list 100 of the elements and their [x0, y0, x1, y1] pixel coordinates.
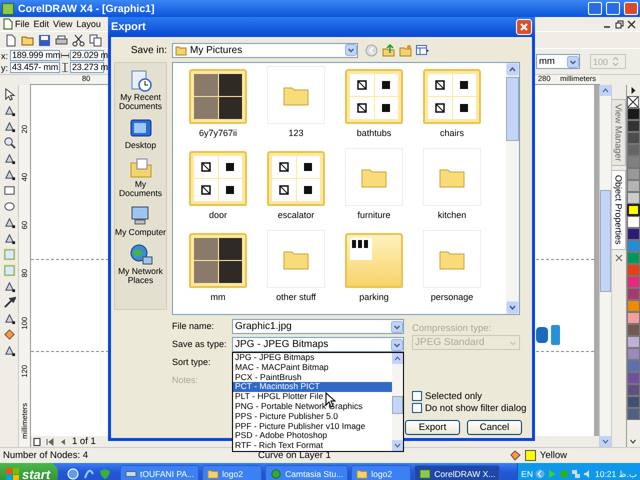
folder-item[interactable]: kitchen [413, 148, 491, 224]
ellipse-icon[interactable] [2, 200, 16, 213]
save-as-type-dropdown[interactable]: JPG - JPEG Bitmaps [232, 337, 404, 352]
menu-item[interactable]: Edit [32, 19, 52, 29]
folder-item[interactable]: chairs [413, 66, 491, 142]
file-name-field[interactable]: Graphic1.jpg [232, 319, 404, 334]
places-item[interactable]: My Documents [114, 156, 166, 198]
color-swatch[interactable] [627, 228, 640, 240]
color-swatch[interactable] [627, 264, 640, 276]
up-folder-icon[interactable] [382, 44, 395, 56]
file-type-option[interactable]: MAC - MACPaint Bitmap [233, 362, 392, 373]
color-swatch[interactable] [627, 324, 640, 336]
pointer-icon[interactable] [2, 88, 16, 101]
view-menu-icon[interactable] [416, 44, 429, 56]
docker-tab[interactable]: View Manager [612, 99, 626, 166]
folder-item[interactable]: personage [413, 230, 491, 306]
back-icon[interactable] [365, 44, 378, 56]
scroll-up-icon[interactable] [506, 63, 519, 76]
menu-item[interactable]: Layou [74, 19, 103, 29]
file-type-option[interactable]: PSD - Adobe Photoshop [233, 431, 392, 442]
places-item[interactable]: Desktop [114, 117, 166, 150]
color-swatch[interactable] [627, 336, 640, 348]
color-swatch[interactable] [627, 312, 640, 324]
rectangle-icon[interactable] [2, 184, 16, 197]
restore-button[interactable] [606, 2, 620, 15]
color-swatch[interactable] [627, 204, 640, 216]
globe-icon[interactable] [67, 468, 79, 480]
scrollbar-thumb[interactable] [506, 77, 519, 141]
color-swatch[interactable] [627, 252, 640, 264]
scroll-down-icon[interactable] [506, 301, 519, 314]
scrollbar-thumb[interactable] [600, 190, 611, 292]
places-item[interactable]: My Network Places [114, 243, 166, 285]
folder-item[interactable]: door [179, 148, 257, 224]
folder-item[interactable]: mm [179, 230, 257, 306]
color-swatch[interactable] [627, 408, 640, 420]
color-swatch[interactable] [627, 288, 640, 300]
color-swatch[interactable] [627, 132, 640, 144]
no-fill-swatch-icon[interactable] [627, 96, 639, 108]
color-swatch[interactable] [627, 360, 640, 372]
color-swatch[interactable] [627, 108, 640, 120]
file-type-option[interactable]: PPF - Picture Publisher v10 Image [233, 422, 392, 432]
taskbar-button[interactable]: Camtasia Stu... [265, 465, 348, 480]
new-folder-icon[interactable] [399, 44, 412, 56]
scroll-up-icon[interactable] [600, 85, 611, 96]
browser-icon[interactable] [83, 468, 95, 480]
color-swatch[interactable] [627, 372, 640, 384]
folder-item[interactable]: 123 [257, 66, 335, 142]
color-swatch[interactable] [627, 276, 640, 288]
menu-item[interactable]: View [51, 19, 74, 29]
add-page-icon[interactable] [33, 438, 41, 446]
color-swatch[interactable] [627, 300, 640, 312]
save-in-dropdown[interactable]: My Pictures [172, 42, 358, 58]
color-swatch[interactable] [627, 348, 640, 360]
cut-icon[interactable] [72, 34, 85, 46]
color-swatch[interactable] [627, 384, 640, 396]
scrollbar-thumb[interactable] [392, 396, 403, 414]
scroll-down-icon[interactable] [600, 436, 611, 447]
folder-item[interactable]: furniture [335, 148, 413, 224]
first-page-icon[interactable] [46, 438, 54, 446]
dialog-button[interactable]: Export [405, 420, 460, 435]
taskbar-button[interactable]: CorelDRAW X... [414, 465, 500, 480]
color-swatch[interactable] [627, 216, 640, 228]
menu-item[interactable]: File [13, 19, 32, 29]
file-type-option[interactable]: PPS - Picture Publisher 5.0 [233, 412, 392, 422]
shield-icon[interactable] [99, 468, 111, 480]
file-type-option[interactable]: PNG - Portable Network Graphics [233, 402, 392, 412]
y-position-field[interactable]: 43.457- mm [10, 62, 60, 73]
color-swatch[interactable] [627, 180, 640, 192]
folder-item[interactable]: parking [335, 230, 413, 306]
taskbar-button[interactable]: tOUFANI PA... [120, 465, 200, 480]
checkbox[interactable] [412, 403, 422, 413]
places-item[interactable]: My Recent Documents [114, 69, 166, 111]
folder-item[interactable]: bathtubs [335, 66, 413, 142]
color-swatch[interactable] [627, 156, 640, 168]
color-swatch[interactable] [627, 120, 640, 132]
file-type-option[interactable]: PCX - PaintBrush [233, 372, 392, 382]
color-swatch[interactable] [627, 240, 640, 252]
file-type-option[interactable]: JPG - JPEG Bitmaps [233, 353, 392, 363]
color-swatch[interactable] [627, 168, 640, 180]
checkbox-option[interactable]: Selected only [412, 390, 526, 402]
color-swatch[interactable] [627, 144, 640, 156]
new-document-icon[interactable] [4, 34, 17, 46]
file-type-option[interactable]: PCT - Macintosh PICT [233, 382, 392, 392]
docker-tab[interactable]: Object Properties [612, 170, 626, 250]
color-swatch[interactable] [627, 192, 640, 204]
copy-icon[interactable] [89, 34, 102, 46]
folder-icon[interactable] [21, 34, 34, 46]
close-button[interactable] [624, 2, 638, 15]
checkbox[interactable] [412, 391, 422, 401]
scroll-down-icon[interactable] [392, 440, 403, 451]
folder-item[interactable]: escalator [257, 148, 335, 224]
file-type-option[interactable]: PLT - HPGL Plotter File [233, 392, 392, 402]
dialog-button[interactable]: Cancel [467, 420, 522, 435]
fill-bucket-icon[interactable] [2, 328, 16, 341]
outline-width-dropdown[interactable]: mm [536, 54, 580, 69]
network-icon[interactable] [570, 469, 581, 479]
restore-icon[interactable] [615, 20, 624, 28]
scroll-up-icon[interactable] [392, 353, 403, 364]
color-swatch[interactable] [627, 396, 640, 408]
folder-item[interactable]: 6y7y767ii [179, 66, 257, 142]
